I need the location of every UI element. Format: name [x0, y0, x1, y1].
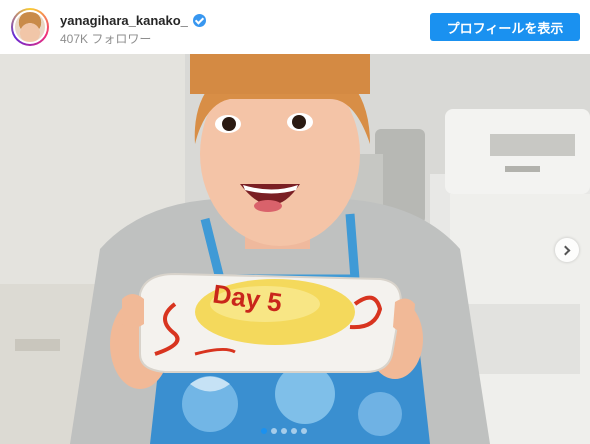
carousel-dot: [271, 428, 277, 434]
post-image[interactable]: Day 5: [0, 54, 590, 444]
post-header: yanagihara_kanako_ 407K フォロワー プロフィールを表示: [0, 0, 590, 54]
chevron-right-icon: [560, 245, 571, 255]
view-profile-button[interactable]: プロフィールを表示: [430, 13, 580, 41]
next-image-button[interactable]: [555, 238, 579, 262]
carousel-dot: [301, 428, 307, 434]
carousel-indicator: [261, 428, 307, 434]
username[interactable]: yanagihara_kanako_: [60, 13, 188, 28]
profile-avatar-image: [13, 10, 47, 44]
photo-illustration: Day 5: [0, 54, 590, 444]
verified-badge-icon: [192, 14, 206, 27]
carousel-dot: [261, 428, 267, 434]
carousel-dot: [291, 428, 297, 434]
avatar[interactable]: [11, 8, 49, 46]
username-row: yanagihara_kanako_: [60, 13, 206, 28]
carousel-dot: [281, 428, 287, 434]
follower-count: 407K フォロワー: [60, 32, 152, 46]
